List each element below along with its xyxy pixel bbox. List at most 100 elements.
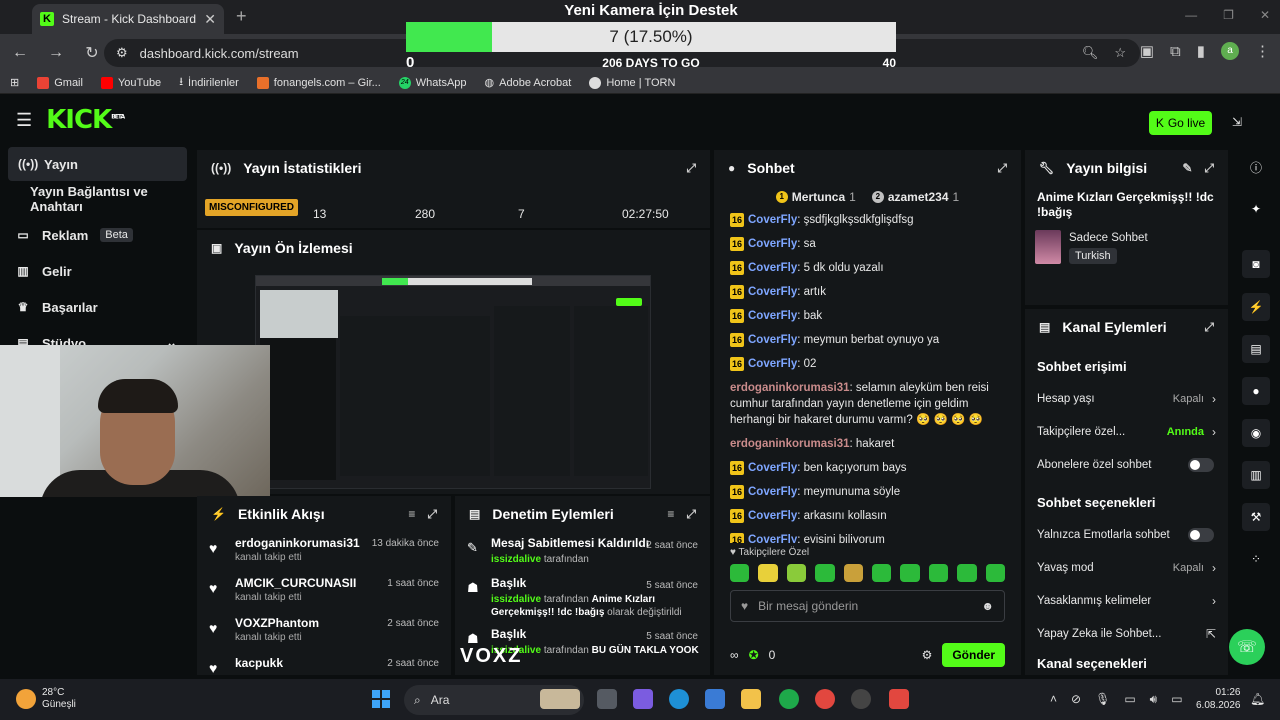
chat-username[interactable]: CoverFly — [748, 262, 797, 274]
chat-username[interactable]: erdoganinkorumasi31 — [730, 382, 850, 394]
info-icon[interactable]: ⓘ — [1242, 153, 1270, 181]
emote-icon[interactable] — [843, 564, 864, 582]
filter-icon[interactable]: ≡ — [408, 507, 415, 521]
emote-icon[interactable] — [815, 564, 835, 582]
chrome-icon[interactable] — [815, 689, 835, 709]
file-explorer-icon[interactable] — [741, 689, 761, 709]
account-age-option[interactable]: Hesap yaşı Kapalı › — [1025, 382, 1228, 415]
expand-icon[interactable]: ⤢ — [686, 507, 696, 522]
emote-only-toggle[interactable] — [1188, 527, 1214, 542]
expand-icon[interactable]: ⤢ — [427, 507, 437, 522]
xbox-icon[interactable] — [779, 689, 799, 709]
weather-widget[interactable]: 28°C Güneşli — [16, 687, 76, 711]
expand-icon[interactable]: ⤢ — [1204, 161, 1214, 176]
camera-icon[interactable]: ◙ — [1242, 250, 1270, 278]
app-icon[interactable] — [889, 689, 909, 709]
edit-icon[interactable]: ✎ — [1182, 161, 1192, 175]
send-button[interactable]: Gönder — [942, 643, 1005, 667]
battery-icon[interactable]: ▭ — [1171, 692, 1182, 707]
minimize-icon[interactable]: — — [1185, 8, 1197, 22]
actions-icon[interactable]: ▥ — [1242, 461, 1270, 489]
apps-grid-icon[interactable]: ⊞ — [10, 76, 19, 89]
emote-icon[interactable] — [786, 564, 807, 582]
emote-icon[interactable] — [872, 564, 892, 582]
chat-bubble-icon[interactable]: ● — [1242, 377, 1270, 405]
document-icon[interactable]: ▤ — [1242, 335, 1270, 363]
chat-username[interactable]: erdoganinkorumasi31 — [730, 438, 850, 450]
sidebar-item-achievements[interactable]: ♛ Başarılar — [0, 289, 195, 325]
chat-username[interactable]: CoverFly — [748, 334, 797, 346]
bookmark-star-icon[interactable]: ☆ — [1114, 45, 1126, 61]
emote-icon[interactable] — [758, 564, 778, 582]
gear-icon[interactable]: ⚙ — [922, 648, 933, 662]
slow-mode-option[interactable]: Yavaş mod Kapalı › — [1025, 551, 1228, 584]
network-off-icon[interactable]: ⊘ — [1071, 692, 1081, 707]
chat-username[interactable]: CoverFly — [748, 214, 797, 226]
bookmark-torn[interactable]: Home | TORN — [589, 76, 675, 89]
chat-username[interactable]: CoverFly — [748, 510, 797, 522]
tab-close-icon[interactable]: ✕ — [204, 11, 216, 28]
sidepanel-icon[interactable]: ▮ — [1197, 42, 1205, 60]
emote-icon[interactable] — [900, 564, 920, 582]
infinity-icon[interactable]: ∞ — [730, 648, 739, 662]
emote-icon[interactable] — [928, 564, 949, 582]
bookmark-fonangels[interactable]: fonangels.com – Gir... — [256, 76, 381, 89]
subs-only-toggle[interactable] — [1188, 457, 1214, 472]
browser-menu-icon[interactable]: ⋮ — [1255, 42, 1270, 60]
expand-icon[interactable]: ⤢ — [686, 161, 696, 176]
ai-chat-option[interactable]: Yapay Zeka ile Sohbet... ⇱ — [1025, 617, 1228, 650]
notification-icon[interactable]: 🔔︎ — [1250, 692, 1265, 706]
sidebar-item-revenue[interactable]: ▥ Gelir — [0, 253, 195, 289]
chat-username[interactable]: CoverFly — [748, 462, 797, 474]
kick-logo[interactable]: KICKBETA — [46, 105, 125, 135]
category-name[interactable]: Sadece Sohbet — [1069, 232, 1148, 244]
new-tab-button[interactable]: + — [236, 6, 247, 27]
expand-icon[interactable]: ⤢ — [997, 161, 1007, 176]
wrench-icon[interactable]: ⚒ — [1242, 503, 1270, 531]
drag-icon[interactable]: ⁘ — [1242, 545, 1270, 573]
chevron-up-icon[interactable]: ˄ — [1050, 692, 1057, 707]
emote-icon[interactable] — [730, 564, 750, 582]
emoji-icon[interactable]: ☻ — [981, 599, 994, 613]
bookmark-youtube[interactable]: YouTube — [100, 76, 161, 89]
edge-icon[interactable] — [669, 689, 689, 709]
sidebar-item-stream-key[interactable]: Yayın Bağlantısı ve Anahtarı — [0, 181, 195, 217]
sidebar-item-ads[interactable]: ▭ Reklam Beta — [0, 217, 195, 253]
search-highlight-icon[interactable] — [540, 689, 580, 709]
extension-icon[interactable]: ▣ — [1140, 42, 1154, 60]
collapse-icon[interactable]: ⇲ — [1232, 115, 1242, 129]
chat-username[interactable]: CoverFly — [748, 486, 797, 498]
chat-username[interactable]: CoverFly — [748, 238, 797, 250]
task-view-icon[interactable] — [597, 689, 617, 709]
support-button[interactable]: ☏ — [1229, 629, 1265, 665]
chat-username[interactable]: CoverFly — [748, 286, 797, 298]
bookmark-downloads[interactable]: ⭳ İndirilenler — [179, 73, 239, 92]
chat-username[interactable]: CoverFly — [748, 310, 797, 322]
broadcast-icon[interactable]: ◉ — [1242, 419, 1270, 447]
forward-icon[interactable]: → — [46, 44, 66, 62]
emote-icon[interactable] — [985, 564, 1006, 582]
reload-icon[interactable]: ↻ — [82, 43, 102, 63]
menu-icon[interactable]: ☰ — [16, 110, 32, 131]
back-icon[interactable]: ← — [10, 44, 30, 62]
zoom-icon[interactable]: 🔍︎ — [1082, 45, 1099, 61]
copilot-icon[interactable] — [633, 689, 653, 709]
emote-icon[interactable] — [957, 564, 977, 582]
extensions-puzzle-icon[interactable]: ⧉ — [1170, 43, 1181, 60]
window-close-icon[interactable]: ✕ — [1260, 8, 1270, 22]
site-info-icon[interactable]: ⚙ — [116, 45, 128, 61]
followers-only-option[interactable]: Takipçilere özel... Anında › — [1025, 415, 1228, 448]
store-icon[interactable] — [705, 689, 725, 709]
chat-username[interactable]: CoverFly — [748, 534, 797, 543]
url-text[interactable]: dashboard.kick.com/stream — [140, 46, 299, 61]
maximize-icon[interactable]: ❐ — [1223, 8, 1234, 22]
mic-icon[interactable]: 🎙︎ — [1095, 692, 1110, 707]
lightning-icon[interactable]: ⚡ — [1242, 293, 1270, 321]
chat-username[interactable]: CoverFly — [748, 358, 797, 370]
browser-tab[interactable]: K Stream - Kick Dashboard ✕ — [32, 4, 224, 34]
sidebar-item-yayin[interactable]: ((•)) Yayın — [8, 147, 187, 181]
filter-icon[interactable]: ≡ — [667, 507, 674, 521]
obs-icon[interactable] — [851, 689, 871, 709]
start-button[interactable] — [372, 690, 390, 708]
display-icon[interactable]: ▭ — [1124, 692, 1135, 707]
